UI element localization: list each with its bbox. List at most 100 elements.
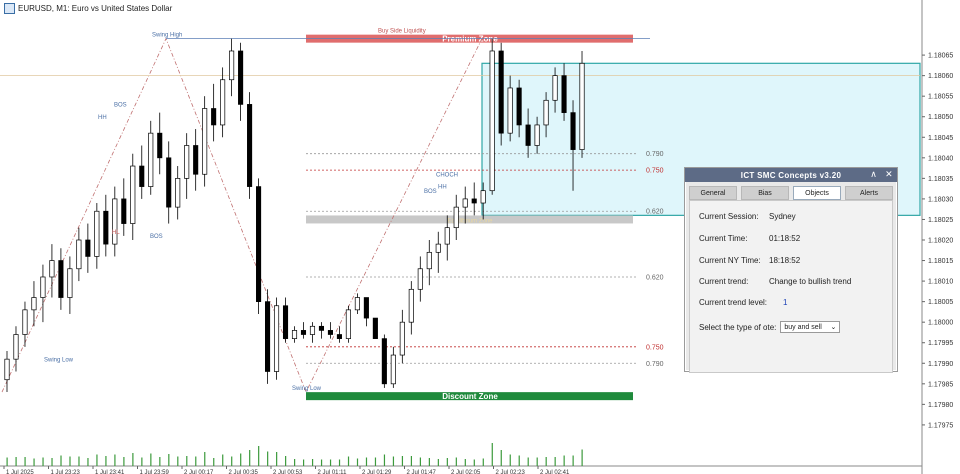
time-tick-label: 2 Jul 01:47 — [407, 470, 437, 474]
volume-bar — [186, 456, 188, 466]
volume-bar — [258, 446, 260, 466]
candle-body — [363, 297, 369, 319]
price-tick-label: 1.18025 — [928, 217, 953, 224]
discount-zone-label: Discount Zone — [442, 392, 498, 401]
candle-body — [399, 321, 405, 356]
time-tick-label: 2 Jul 02:05 — [451, 470, 481, 474]
candle-body — [552, 75, 558, 101]
candle-body — [193, 145, 199, 175]
row-label: Current trend level: — [699, 298, 768, 307]
price-tick-label: 1.18015 — [928, 258, 953, 265]
volume-bar — [464, 459, 466, 466]
price-tick-label: 1.18020 — [928, 238, 953, 245]
volume-bar — [33, 458, 35, 466]
ote-select[interactable]: buy and sell ⌄ — [780, 321, 841, 333]
candle-body — [507, 87, 513, 134]
smc-panel[interactable]: ICT SMC Concepts v3.20 ∧ ✕ General Bias … — [684, 167, 898, 373]
tab-bias[interactable]: Bias — [741, 186, 789, 200]
annotation-label: BOS — [424, 189, 437, 195]
annotation-label: HL — [112, 230, 120, 236]
price-tick-label: 1.17975 — [928, 422, 953, 429]
annotation-label: BOS — [150, 234, 163, 240]
chart-window-icon — [4, 3, 15, 14]
candle-body — [534, 124, 540, 146]
candle-body — [381, 338, 387, 385]
annotation-label: CHOCH — [436, 172, 458, 178]
candle-body — [238, 50, 244, 105]
volume-bar — [15, 457, 17, 466]
tab-objects[interactable]: Objects — [793, 186, 841, 200]
tab-general[interactable]: General — [689, 186, 737, 200]
volume-bar — [168, 454, 170, 466]
candle-body — [130, 165, 136, 224]
time-tick-label: 2 Jul 00:17 — [184, 470, 214, 474]
minimize-icon[interactable]: ∧ — [870, 169, 877, 180]
volume-bar — [320, 459, 323, 466]
candle-body — [265, 301, 271, 372]
candle-body — [166, 157, 172, 208]
volume-bar — [338, 459, 341, 466]
price-tick-label: 1.18055 — [928, 94, 953, 101]
volume-bar — [428, 458, 430, 466]
volume-bar — [455, 457, 457, 466]
volume-bar — [195, 456, 197, 466]
candle-body — [300, 330, 307, 335]
row-trend-level: Current trend level: 1 — [699, 298, 787, 307]
volume-bar — [311, 459, 314, 466]
close-icon[interactable]: ✕ — [885, 169, 893, 180]
candle-body — [94, 210, 100, 257]
price-tick-label: 1.18030 — [928, 196, 953, 203]
volume-bar — [410, 456, 413, 466]
volume-bar — [240, 453, 242, 466]
price-tick-label: 1.18060 — [928, 73, 953, 80]
volume-bar — [383, 454, 386, 466]
volume-bar — [392, 456, 395, 466]
candle-body — [426, 251, 432, 270]
volume-bar — [554, 457, 556, 466]
volume-bar — [222, 454, 224, 466]
candle-body — [417, 268, 423, 290]
volume-bar — [249, 450, 251, 466]
candle-body — [435, 243, 441, 253]
row-value: Change to bullish trend — [769, 277, 852, 286]
time-tick-label: 2 Jul 02:23 — [496, 470, 526, 474]
premium-zone-label: Premium Zone — [442, 35, 498, 44]
volume-bar — [356, 458, 359, 466]
candle-body — [462, 198, 468, 208]
price-tick-label: 1.17995 — [928, 340, 953, 347]
candle-body — [579, 62, 585, 150]
price-tick-label: 1.17980 — [928, 402, 953, 409]
fib-level-label: 0.790 — [646, 361, 664, 368]
fib-level-label: 0.750 — [646, 344, 664, 351]
ote-label: Select the type of ote: — [699, 322, 777, 332]
volume-bar — [401, 456, 404, 466]
symbol-header: EURUSD, M1: Euro vs United States Dollar — [4, 3, 172, 14]
volume-bar — [294, 459, 296, 466]
volume-bar — [285, 456, 287, 466]
candle-body — [31, 297, 37, 311]
time-tick-label: 1 Jul 23:41 — [95, 470, 125, 474]
candle-body — [570, 112, 576, 150]
volume-bar — [482, 458, 484, 466]
panel-title-bar[interactable]: ICT SMC Concepts v3.20 ∧ ✕ — [685, 168, 897, 182]
panel-title: ICT SMC Concepts v3.20 — [740, 170, 842, 180]
time-tick-label: 1 Jul 23:59 — [140, 470, 170, 474]
time-tick-label: 1 Jul 23:23 — [51, 470, 81, 474]
price-tick-label: 1.18035 — [928, 176, 953, 183]
volume-bar — [204, 452, 206, 466]
row-value: 18:18:52 — [769, 256, 801, 265]
time-tick-label: 2 Jul 00:53 — [273, 470, 303, 474]
candle-body — [4, 358, 10, 381]
panel-body: Current Session: Sydney Current Time: 01… — [689, 200, 893, 373]
candle-body — [480, 190, 486, 204]
volume-bar — [437, 459, 439, 466]
volume-bar — [150, 453, 152, 466]
price-tick-label: 1.18045 — [928, 135, 953, 142]
tab-alerts[interactable]: Alerts — [845, 186, 893, 200]
row-label: Current Time: — [699, 234, 748, 243]
volume-bar — [231, 456, 233, 466]
price-tick-label: 1.18065 — [928, 53, 953, 60]
candle-body — [318, 325, 325, 331]
row-trend: Current trend: Change to bullish trend — [699, 277, 851, 286]
candle-body — [211, 108, 217, 126]
